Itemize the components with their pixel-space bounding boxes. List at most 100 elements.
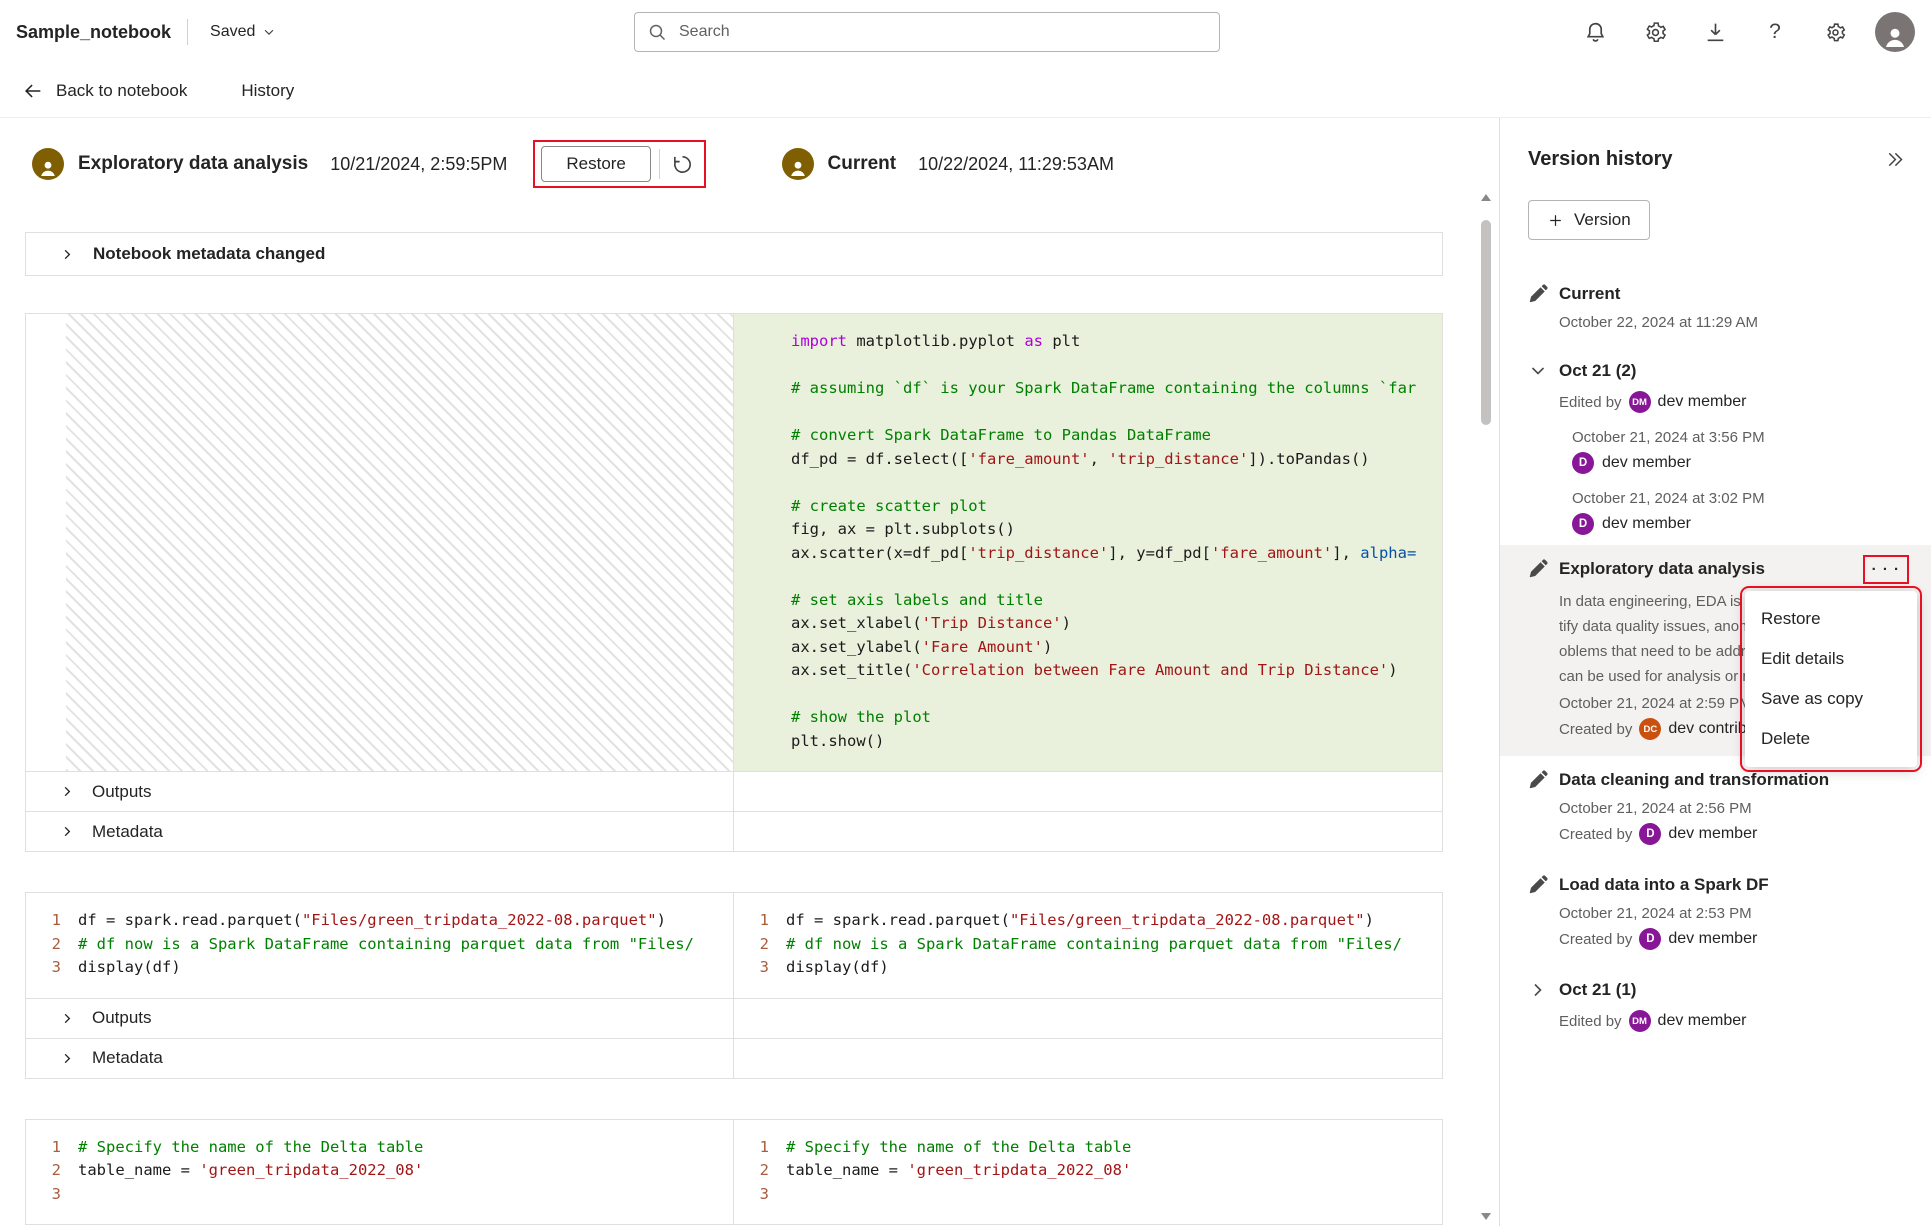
back-arrow-icon [22, 80, 44, 102]
more-options-button[interactable]: · · · [1867, 559, 1905, 580]
pencil-icon [1528, 559, 1548, 579]
save-status-label: Saved [210, 23, 255, 41]
help-icon: ? [1769, 20, 1781, 44]
restore-options-button[interactable] [668, 149, 698, 179]
bell-icon [1583, 20, 1608, 45]
admin-gear-icon [1823, 20, 1848, 45]
restore-divider [659, 149, 660, 179]
section-label: Outputs [92, 782, 152, 802]
version-author-line: Created byDdev member [1559, 823, 1917, 845]
search-box[interactable] [634, 12, 1220, 52]
version-entry-date[interactable]: October 21, 2024 at 3:02 PM [1572, 490, 1917, 507]
version-item[interactable]: Current October 22, 2024 at 11:29 AM [1500, 270, 1931, 347]
code-line: # assuming `df` is your Spark DataFrame … [734, 377, 1442, 401]
pencil-icon [1528, 875, 1548, 895]
compare-right-header: Current 10/22/2024, 11:29:53AM [750, 140, 1500, 188]
tab-history[interactable]: History [235, 77, 300, 105]
menu-item-edit-details[interactable]: Edit details [1745, 639, 1917, 679]
section-toggle-outputs[interactable]: Outputs [26, 772, 734, 811]
scroll-down-arrow[interactable] [1481, 1213, 1491, 1220]
line-number: 3 [734, 956, 786, 980]
notebook-title[interactable]: Sample_notebook [16, 22, 171, 43]
version-group-header[interactable]: Oct 21 (2) [1528, 357, 1917, 385]
version-item[interactable]: Load data into a Spark DFOctober 21, 202… [1500, 861, 1931, 966]
code-line: 1df = spark.read.parquet("Files/green_tr… [734, 909, 1442, 933]
chevron-down-icon [262, 25, 276, 39]
version-author-line: Edited byDMdev member [1559, 391, 1917, 413]
code-line [734, 401, 1442, 425]
code-line: # show the plot [734, 706, 1442, 730]
metadata-banner-label: Notebook metadata changed [93, 244, 325, 264]
code-line: 2# df now is a Spark DataFrame containin… [734, 933, 1442, 957]
plus-icon [1547, 212, 1564, 229]
admin-settings-button[interactable] [1815, 12, 1855, 52]
version-date: October 21, 2024 at 2:53 PM [1559, 905, 1917, 922]
download-button[interactable] [1695, 12, 1735, 52]
cell-right-pane: 1df = spark.read.parquet("Files/green_tr… [734, 893, 1442, 998]
code-line: 1# Specify the name of the Delta table [734, 1136, 1442, 1160]
double-chevron-right-icon [1884, 149, 1905, 170]
cell-left-pane [26, 314, 734, 771]
menu-item-delete[interactable]: Delete [1745, 719, 1917, 759]
menu-item-save-as-copy[interactable]: Save as copy [1745, 679, 1917, 719]
section-toggle-metadata[interactable]: Metadata [26, 812, 734, 851]
version-item[interactable]: Exploratory data analysis· · ·In data en… [1500, 545, 1931, 756]
version-author-avatar [782, 148, 814, 180]
metadata-changed-banner[interactable]: Notebook metadata changed [25, 232, 1443, 276]
version-item-label: Current [1559, 284, 1620, 304]
right-version-timestamp: 10/22/2024, 11:29:53AM [918, 154, 1114, 175]
code-line: 3display(df) [734, 956, 1442, 980]
content: Exploratory data analysis 10/21/2024, 2:… [0, 118, 1931, 1226]
code-line: 3 [734, 1183, 1442, 1207]
version-date: October 21, 2024 at 2:56 PM [1559, 800, 1917, 817]
back-to-notebook-button[interactable]: Back to notebook [20, 76, 189, 106]
chevron-right-icon [60, 1051, 75, 1066]
cell-left-pane: 1df = spark.read.parquet("Files/green_tr… [26, 893, 734, 998]
code-line [734, 471, 1442, 495]
code-line: fig, ax = plt.subplots() [734, 518, 1442, 542]
user-avatar[interactable] [1875, 12, 1915, 52]
version-entry-author: Ddev member [1572, 452, 1917, 474]
chevron-right-icon [60, 824, 75, 839]
version-author-line: Created byDdev member [1559, 928, 1917, 950]
settings-button[interactable] [1635, 12, 1675, 52]
scrollbar-thumb[interactable] [1481, 220, 1491, 425]
panel-title: Version history [1528, 148, 1673, 171]
code-line [734, 683, 1442, 707]
version-date: October 22, 2024 at 11:29 AM [1559, 314, 1917, 331]
avatar-dm: DM [1629, 1010, 1651, 1032]
person-icon [786, 156, 810, 180]
version-author-avatar [32, 148, 64, 180]
version-group: Oct 21 (1)Edited byDMdev member [1500, 966, 1931, 1042]
version-item[interactable]: Data cleaning and transformationOctober … [1500, 756, 1931, 861]
line-number: 1 [26, 909, 78, 933]
new-version-button[interactable]: Version [1528, 200, 1650, 240]
topbar: Sample_notebook Saved ? [0, 0, 1931, 64]
notifications-button[interactable] [1575, 12, 1615, 52]
help-button[interactable]: ? [1755, 12, 1795, 52]
version-entry-date[interactable]: October 21, 2024 at 3:56 PM [1572, 429, 1917, 446]
restore-annotation-box: Restore [533, 140, 706, 188]
chevron-right-icon [60, 784, 75, 799]
code-block: import matplotlib.pyplot as plt # assumin… [734, 314, 1442, 771]
collapse-panel-button[interactable] [1877, 142, 1911, 176]
code-cell-read-parquet: 1df = spark.read.parquet("Files/green_tr… [25, 892, 1443, 1079]
avatar-d: D [1639, 823, 1661, 845]
code-line: import matplotlib.pyplot as plt [734, 330, 1442, 354]
section-toggle-outputs[interactable]: Outputs [26, 999, 734, 1038]
search-input[interactable] [677, 22, 1207, 42]
version-group-header[interactable]: Oct 21 (1) [1528, 976, 1917, 1004]
save-status-dropdown[interactable]: Saved [204, 19, 282, 45]
cell-left-pane: 1# Specify the name of the Delta table2t… [26, 1120, 734, 1225]
code-line: df_pd = df.select(['fare_amount', 'trip_… [734, 448, 1442, 472]
vertical-scrollbar[interactable] [1478, 194, 1494, 1220]
section-toggle-metadata[interactable]: Metadata [26, 1039, 734, 1078]
code-line: ax.set_xlabel('Trip Distance') [734, 612, 1442, 636]
code-line [734, 565, 1442, 589]
chevron-down-icon [1528, 361, 1548, 381]
scroll-up-arrow[interactable] [1481, 194, 1491, 201]
compare-header: Exploratory data analysis 10/21/2024, 2:… [0, 118, 1499, 188]
line-number: 2 [26, 1159, 78, 1183]
restore-button[interactable]: Restore [541, 146, 651, 182]
menu-item-restore[interactable]: Restore [1745, 599, 1917, 639]
